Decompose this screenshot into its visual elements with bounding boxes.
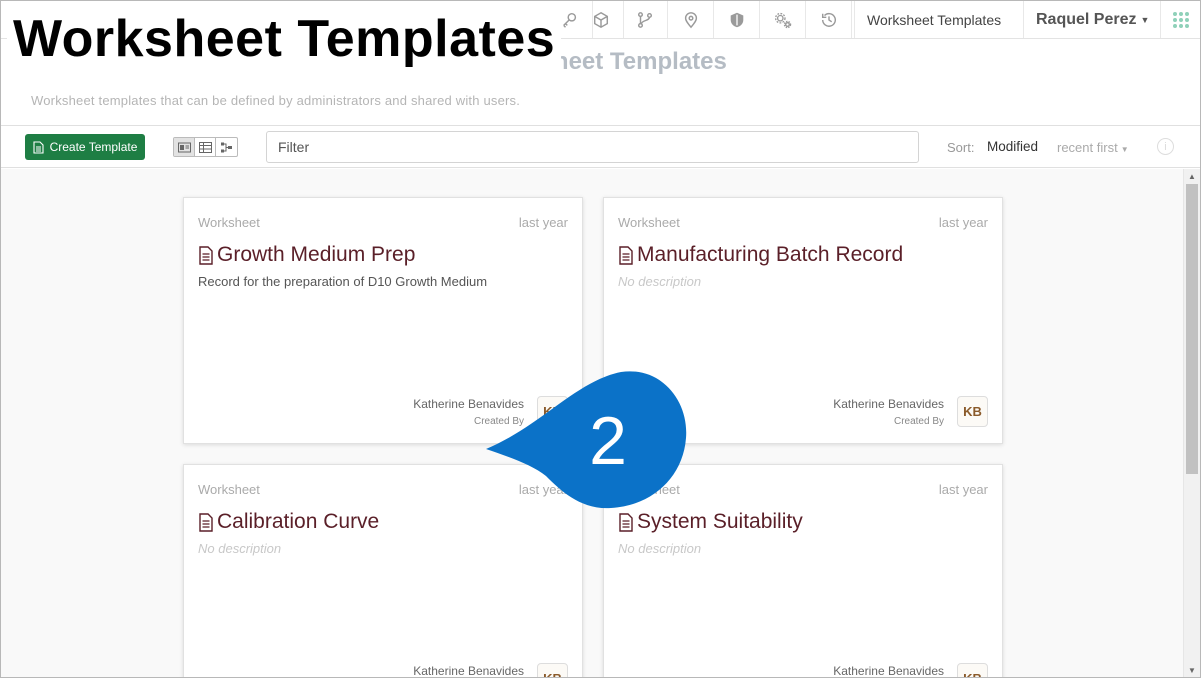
- sort-field-select[interactable]: Modified: [987, 139, 1038, 154]
- create-template-button[interactable]: Create Template: [25, 134, 145, 160]
- card-title[interactable]: Calibration Curve: [198, 510, 379, 534]
- document-icon: [619, 245, 633, 265]
- card-description: Record for the preparation of D10 Growth…: [198, 274, 488, 289]
- avatar: KB: [957, 396, 988, 427]
- info-icon[interactable]: i: [1157, 138, 1174, 155]
- table-view-icon[interactable]: [195, 138, 216, 156]
- card-title[interactable]: Growth Medium Prep: [198, 243, 415, 267]
- card-type: Worksheet: [618, 215, 680, 230]
- create-template-label: Create Template: [49, 140, 138, 154]
- chevron-down-icon: ▼: [1120, 145, 1129, 154]
- card-title-text: Manufacturing Batch Record: [637, 243, 904, 266]
- card-title-text: Calibration Curve: [217, 510, 380, 533]
- overlay-title: Worksheet Templates: [7, 3, 562, 77]
- card-title-text: Growth Medium Prep: [217, 243, 416, 266]
- chevron-down-icon: ▼: [1140, 14, 1150, 25]
- filter-input[interactable]: [266, 131, 919, 163]
- card-creator: Katherine Benavides: [413, 664, 524, 678]
- app-window: Worksheet Templates Raquel Perez ▼ Works…: [0, 0, 1201, 678]
- avatar: KB: [537, 663, 568, 677]
- view-mode-toggle: [173, 137, 238, 157]
- card-creator: Katherine Benavides: [833, 664, 944, 678]
- card-description: No description: [618, 541, 702, 556]
- location-pin-icon[interactable]: [668, 1, 714, 38]
- shield-icon[interactable]: [714, 1, 760, 38]
- card-age: last year: [938, 482, 988, 497]
- cube-icon[interactable]: [578, 1, 624, 38]
- scroll-down-arrow-icon[interactable]: ▼: [1184, 663, 1200, 677]
- callout-number: 2: [589, 403, 627, 479]
- scroll-up-arrow-icon[interactable]: ▲: [1184, 169, 1200, 183]
- card-age: last year: [938, 215, 988, 230]
- card-type: Worksheet: [198, 215, 260, 230]
- vertical-scrollbar[interactable]: ▲ ▼: [1183, 169, 1200, 677]
- tree-view-icon[interactable]: [216, 138, 237, 156]
- toolbar: Create Template Sort: Modified recent fi…: [1, 125, 1200, 168]
- document-icon: [199, 245, 213, 265]
- card-creator-role: Created By: [893, 416, 944, 427]
- sort-label: Sort:: [947, 140, 975, 155]
- scroll-thumb[interactable]: [1186, 184, 1198, 474]
- card-age: last year: [518, 215, 568, 230]
- gears-icon[interactable]: [760, 1, 806, 38]
- avatar: KB: [957, 663, 988, 677]
- card-type: Worksheet: [198, 482, 260, 497]
- document-icon: [199, 512, 213, 532]
- user-name: Raquel Perez: [1036, 10, 1137, 28]
- card-description: No description: [618, 274, 702, 289]
- card-description: No description: [198, 541, 282, 556]
- user-menu[interactable]: Raquel Perez ▼: [1023, 1, 1161, 38]
- history-icon[interactable]: [806, 1, 852, 38]
- card-view-icon[interactable]: [174, 138, 195, 156]
- branch-icon[interactable]: [622, 1, 668, 38]
- page-subtitle: Worksheet templates that can be defined …: [31, 93, 521, 108]
- document-icon: [33, 140, 44, 154]
- sort-direction-select[interactable]: recent first ▼: [1057, 140, 1129, 155]
- card-title[interactable]: Manufacturing Batch Record: [618, 243, 903, 267]
- card-creator: Katherine Benavides: [833, 397, 944, 411]
- sort-direction-label: recent first: [1057, 140, 1118, 155]
- apps-grid-icon[interactable]: [1160, 1, 1200, 38]
- current-page-link[interactable]: Worksheet Templates: [854, 1, 1013, 38]
